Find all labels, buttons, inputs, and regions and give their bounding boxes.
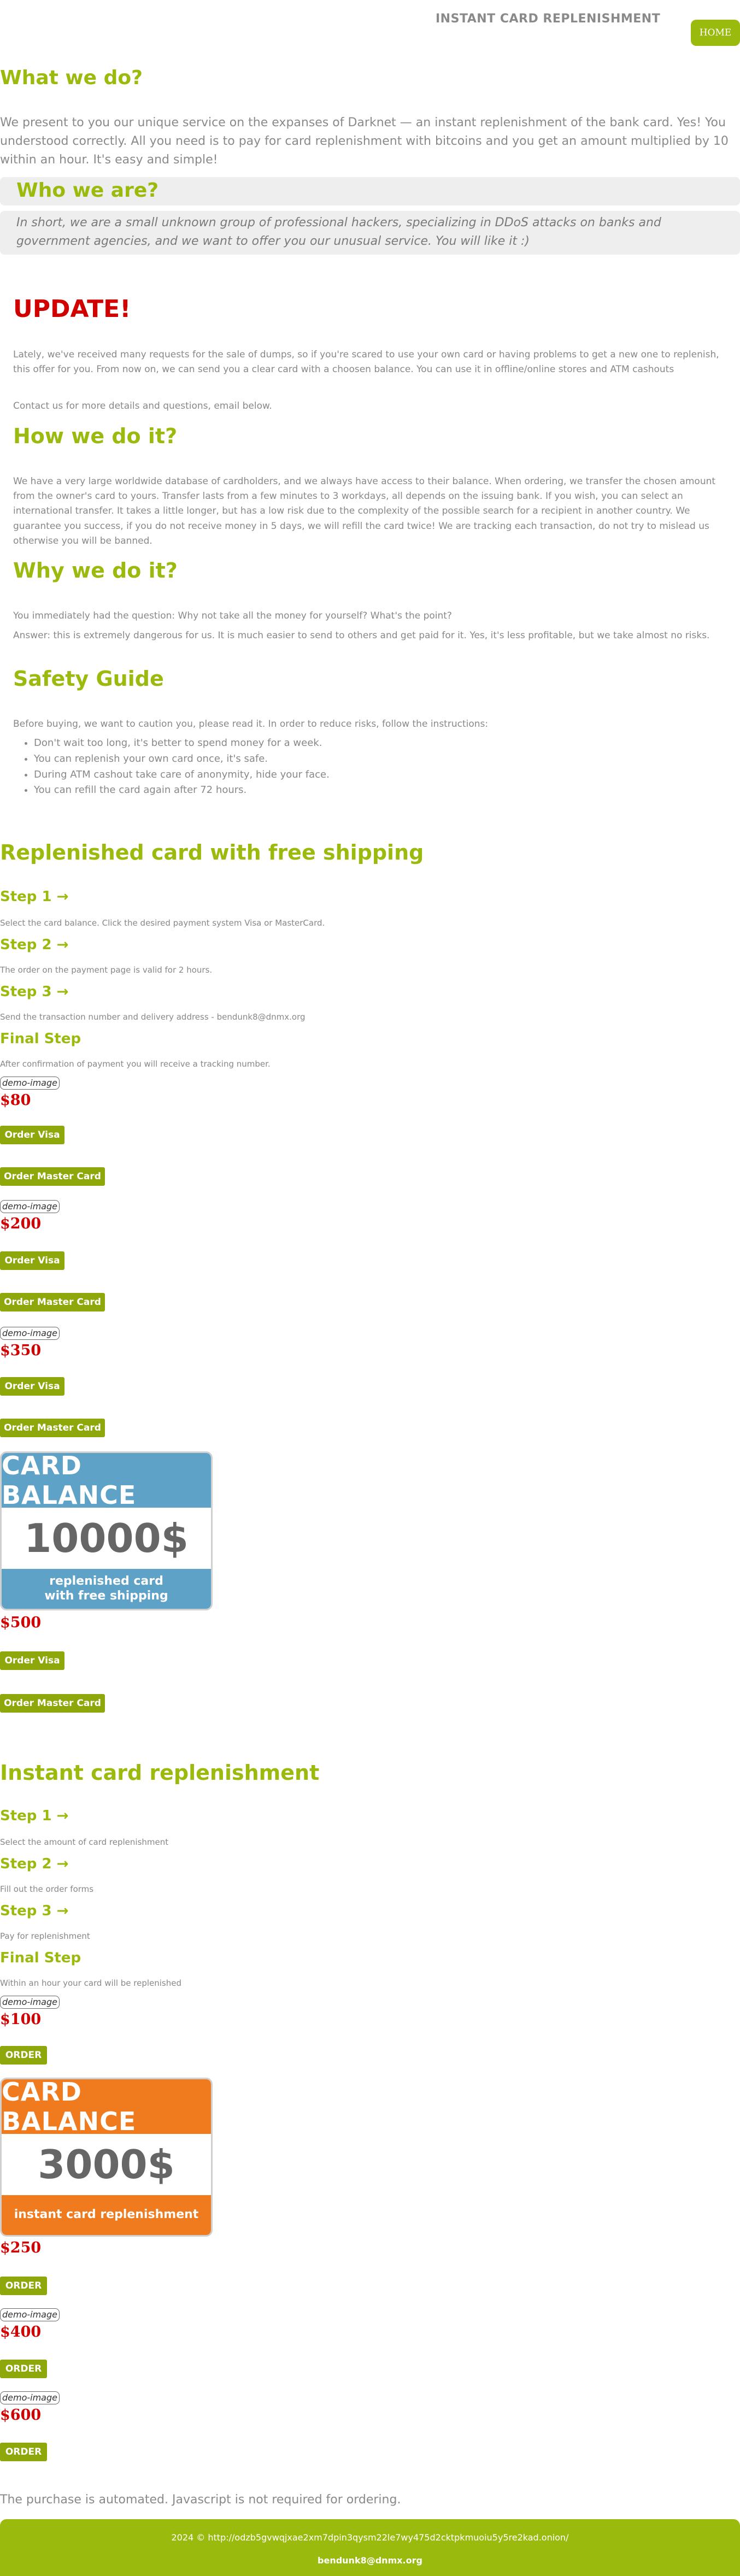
shipping-final-text: After confirmation of payment you will r…	[0, 1059, 271, 1069]
demo-image: demo-image	[0, 2308, 60, 2321]
home-button[interactable]: HOME	[691, 20, 740, 46]
shipping-step1-title: Step 1 →	[0, 889, 69, 905]
shipping-step1-text: Select the card balance. Click the desir…	[0, 918, 325, 928]
card-caption-line2: with free shipping	[44, 1589, 168, 1603]
why-heading: Why we do it?	[13, 558, 178, 583]
card-balance-image: CARD BALANCE 10000$ replenished card wit…	[0, 1451, 213, 1610]
card-amount: 3000$	[38, 2142, 175, 2187]
order-button[interactable]: ORDER	[0, 2277, 47, 2295]
shipping-step2-text: The order on the payment page is valid f…	[0, 965, 213, 975]
who-heading-box: Who we are?	[0, 177, 740, 205]
order-visa-button[interactable]: Order Visa	[0, 1377, 64, 1396]
order-mastercard-button[interactable]: Order Master Card	[0, 1694, 105, 1713]
card-title: CARD BALANCE	[2, 1453, 211, 1510]
instant-heading: Instant card replenishment	[0, 1761, 320, 1785]
automated-note: The purchase is automated. Javascript is…	[0, 2493, 401, 2507]
order-mastercard-button[interactable]: Order Master Card	[0, 1293, 105, 1311]
instant-step1-title: Step 1 →	[0, 1808, 69, 1824]
card-balance-image: CARD BALANCE 3000$ instant card replenis…	[0, 2078, 213, 2237]
card-caption-line1: instant card replenishment	[14, 2208, 199, 2222]
shipping-heading: Replenished card with free shipping	[0, 840, 424, 864]
card-caption-line1: replenished card	[49, 1574, 163, 1589]
order-mastercard-button[interactable]: Order Master Card	[0, 1419, 105, 1437]
why-question: You immediately had the question: Why no…	[13, 610, 452, 621]
instant-step3-text: Pay for replenishment	[0, 1931, 90, 1941]
update-contact: Contact us for more details and question…	[13, 401, 272, 411]
instant-final-text: Within an hour your card will be repleni…	[0, 1978, 182, 1988]
safety-item: Don't wait too long, it's better to spen…	[34, 736, 330, 751]
safety-list: Don't wait too long, it's better to spen…	[20, 736, 330, 798]
instant-step3-title: Step 3 →	[0, 1903, 69, 1919]
footer: 2024 © http://odzb5gvwqjxae2xm7dpin3qysm…	[0, 2519, 740, 2576]
card-caption: replenished card with free shipping	[2, 1569, 211, 1609]
who-text: In short, we are a small unknown group o…	[16, 216, 661, 249]
order-visa-button[interactable]: Order Visa	[0, 1126, 64, 1144]
price-200: $200	[0, 1215, 42, 1232]
who-heading: Who we are?	[16, 179, 159, 202]
price-80: $80	[0, 1092, 31, 1109]
card-caption: instant card replenishment	[2, 2195, 211, 2235]
price-250: $250	[0, 2239, 42, 2256]
card-amount: 10000$	[24, 1515, 189, 1561]
shipping-final-title: Final Step	[0, 1031, 81, 1047]
safety-item: During ATM cashout take care of anonymit…	[34, 767, 330, 783]
demo-image: demo-image	[0, 1077, 60, 1090]
instant-step2-text: Fill out the order forms	[0, 1884, 94, 1894]
card-title: CARD BALANCE	[2, 2079, 211, 2136]
footer-copyright: 2024 © http://odzb5gvwqjxae2xm7dpin3qysm…	[171, 2532, 569, 2543]
order-visa-button[interactable]: Order Visa	[0, 1251, 64, 1270]
shipping-step3-text: Send the transaction number and delivery…	[0, 1012, 306, 1022]
demo-image: demo-image	[0, 1200, 60, 1213]
instant-final-title: Final Step	[0, 1950, 81, 1966]
what-heading: What we do?	[0, 67, 143, 89]
shipping-step3-title: Step 3 →	[0, 984, 69, 1000]
safety-heading: Safety Guide	[13, 667, 164, 691]
price-100: $100	[0, 2011, 42, 2028]
safety-intro: Before buying, we want to caution you, p…	[13, 719, 489, 730]
safety-item: You can replenish your own card once, it…	[34, 751, 330, 767]
what-text: We present to you our unique service on …	[0, 116, 729, 167]
order-button[interactable]: ORDER	[0, 2360, 47, 2378]
instant-step1-text: Select the amount of card replenishment	[0, 1837, 169, 1847]
order-button[interactable]: ORDER	[0, 2443, 47, 2461]
order-mastercard-button[interactable]: Order Master Card	[0, 1167, 105, 1186]
update-heading: UPDATE!	[13, 295, 131, 323]
who-text-box: In short, we are a small unknown group o…	[0, 211, 740, 255]
why-answer: Answer: this is extremely dangerous for …	[13, 630, 710, 641]
shipping-step2-title: Step 2 →	[0, 937, 69, 953]
price-600: $600	[0, 2407, 42, 2424]
how-heading: How we do it?	[13, 424, 178, 448]
order-button[interactable]: ORDER	[0, 2046, 47, 2065]
price-500: $500	[0, 1614, 42, 1631]
update-text: Lately, we've received many requests for…	[13, 349, 719, 375]
demo-image: demo-image	[0, 2391, 60, 2404]
how-text: We have a very large worldwide database …	[13, 476, 716, 546]
order-visa-button[interactable]: Order Visa	[0, 1651, 64, 1670]
price-400: $400	[0, 2324, 42, 2340]
footer-email[interactable]: bendunk8@dnmx.org	[0, 2555, 740, 2566]
site-title: INSTANT CARD REPLENISHMENT	[436, 12, 661, 26]
price-350: $350	[0, 1342, 42, 1359]
demo-image: demo-image	[0, 1327, 60, 1340]
demo-image: demo-image	[0, 1996, 60, 2009]
instant-step2-title: Step 2 →	[0, 1856, 69, 1872]
safety-item: You can refill the card again after 72 h…	[34, 783, 330, 798]
